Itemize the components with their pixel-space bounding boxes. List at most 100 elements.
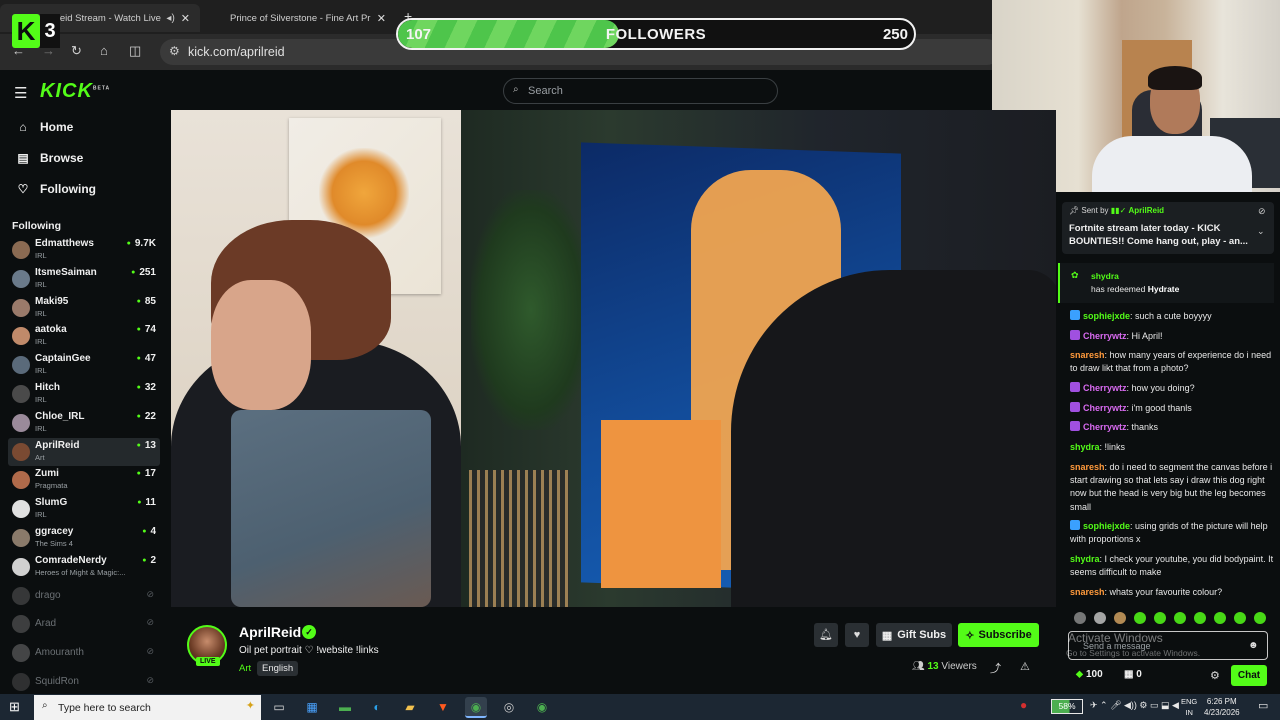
user-badge-icon <box>1070 382 1080 392</box>
gift-icon: ▦ <box>881 629 893 642</box>
obs-icon[interactable]: ◎ <box>498 697 520 718</box>
avatar <box>12 385 30 403</box>
split-view-icon[interactable]: ◫ <box>129 43 141 59</box>
chat-username[interactable]: Cherrywtz <box>1083 422 1127 432</box>
speaker-icon[interactable]: ◂) <box>166 13 174 24</box>
terminal-icon[interactable]: ▬ <box>334 697 356 718</box>
following-item[interactable]: Chloe_IRLIRL 22 <box>8 409 160 437</box>
chat-username[interactable]: shydra <box>1070 442 1100 452</box>
chrome-profile-icon[interactable]: ◉ <box>531 697 553 718</box>
chat-username[interactable]: Cherrywtz <box>1083 383 1127 393</box>
chat-username[interactable]: snaresh <box>1070 350 1105 360</box>
report-icon[interactable]: ⚠ <box>1020 660 1030 673</box>
following-name: SlumG <box>35 497 68 509</box>
battery-indicator[interactable]: 58% <box>1051 699 1083 714</box>
chat-username[interactable]: snaresh <box>1070 587 1105 597</box>
subscribe-button[interactable]: ✧ Subscribe <box>958 623 1039 647</box>
emote-icon[interactable] <box>1174 612 1186 624</box>
following-name: Chloe_IRL <box>35 410 85 422</box>
emote-icon[interactable] <box>1214 612 1226 624</box>
taskbar-search[interactable]: ⌕ Type here to search ✦ <box>34 695 261 720</box>
calculator-icon[interactable]: ▦ <box>301 697 323 718</box>
notification-icon[interactable]: ▭ <box>1258 699 1268 712</box>
video-player[interactable] <box>171 110 1056 607</box>
stream-category[interactable]: Art <box>239 663 251 674</box>
following-heading: Following <box>12 220 61 232</box>
share-icon[interactable]: ⤴ <box>990 660 1001 676</box>
emote-icon[interactable] <box>1194 612 1206 624</box>
emote-icon[interactable] <box>1114 612 1126 624</box>
chevron-down-icon[interactable]: ⌄ <box>1257 226 1265 237</box>
chat-send-button[interactable]: Chat <box>1231 665 1267 686</box>
search-input[interactable]: ⌕ Search <box>503 78 778 104</box>
streamer-name[interactable]: AprilReid <box>239 624 301 640</box>
following-item[interactable]: ZumiPragmata 17 <box>8 466 160 494</box>
edge-icon[interactable]: ◐ <box>366 697 388 718</box>
chat-username[interactable]: sophiejxde <box>1083 311 1130 321</box>
emote-quickbar <box>1074 612 1266 624</box>
emote-icon[interactable] <box>1074 612 1086 624</box>
following-item[interactable]: drago ⊘ <box>8 582 160 610</box>
emote-icon[interactable] <box>1094 612 1106 624</box>
following-item[interactable]: ComradeNerdyHeroes of Might & Magic:... 2 <box>8 553 160 581</box>
emote-icon[interactable] <box>1254 612 1266 624</box>
chat-username[interactable]: Cherrywtz <box>1083 403 1127 413</box>
chat-settings-icon[interactable]: ⚙ <box>1210 669 1220 682</box>
unpin-icon[interactable]: ⊘ <box>1258 206 1266 217</box>
emoji-icon[interactable]: ☻ <box>1248 640 1259 651</box>
chat-username[interactable]: sophiejxde <box>1083 521 1130 531</box>
chat-username[interactable]: Cherrywtz <box>1083 331 1127 341</box>
kick-logo[interactable]: KICKBETA <box>40 80 110 103</box>
task-view-icon[interactable]: ▭ <box>268 697 290 718</box>
following-viewers: 13 <box>137 440 156 451</box>
system-clock[interactable]: 6:26 PM 4/23/2026 <box>1204 697 1240 718</box>
site-info-icon[interactable]: ⚙ <box>169 44 180 58</box>
emote-icon[interactable] <box>1134 612 1146 624</box>
following-item[interactable]: Amouranth ⊘ <box>8 639 160 667</box>
menu-icon[interactable]: ☰ <box>14 84 27 102</box>
tab-prince-of-silverstone[interactable]: Prince of Silverstone - Fine Art Print |… <box>218 4 396 32</box>
following-category: IRL <box>35 337 47 347</box>
sidebar-item-following[interactable]: ♡ Following <box>14 182 96 196</box>
sidebar-item-home[interactable]: ⌂ Home <box>14 120 73 134</box>
following-item[interactable]: Arad ⊘ <box>8 610 160 638</box>
following-item[interactable]: AprilReidArt 13 <box>8 437 160 466</box>
close-tab-icon[interactable]: ✕ <box>181 12 190 25</box>
sidebar-item-browse[interactable]: ▤ Browse <box>14 151 83 165</box>
language-indicator[interactable]: ENG IN <box>1181 697 1197 718</box>
reload-icon[interactable]: ↻ <box>71 43 82 59</box>
file-explorer-icon[interactable]: ▰ <box>399 697 421 718</box>
stream-language-tag[interactable]: English <box>257 661 299 676</box>
chat-username[interactable]: snaresh <box>1070 462 1105 472</box>
following-item[interactable]: SquidRon ⊘ <box>8 668 160 696</box>
follow-heart-button[interactable]: ♥ <box>845 623 869 647</box>
redeem-user[interactable]: shydra <box>1091 271 1119 281</box>
following-viewers: 74 <box>137 324 156 335</box>
tray-icons[interactable]: ✈ ⌃ 🎤︎ ◀)) ⚙ ▭ ⬓ ◀ <box>1090 700 1179 711</box>
home-browser-icon[interactable]: ⌂ <box>100 43 108 58</box>
windows-start-icon[interactable]: ⊞ <box>9 699 20 715</box>
emote-icon[interactable] <box>1154 612 1166 624</box>
channel-points[interactable]: ⬥ 100 <box>1076 669 1103 680</box>
tray-app-icon[interactable]: ● <box>1020 698 1027 712</box>
gift-subs-button[interactable]: ▦ Gift Subs <box>876 623 952 647</box>
following-item[interactable]: ggracey The Sims 4 4 <box>8 524 160 552</box>
gift-counter[interactable]: ▦ 0 <box>1124 669 1142 680</box>
notification-bell-button[interactable]: 🔔︎ <box>814 623 838 647</box>
following-item[interactable]: aatokaIRL 74 <box>8 322 160 350</box>
heart-icon: ♡ <box>17 182 29 196</box>
brave-icon[interactable]: ▼ <box>432 697 454 718</box>
following-name: aatoka <box>35 324 67 336</box>
following-item[interactable]: Maki95IRL 85 <box>8 294 160 322</box>
following-item[interactable]: CaptainGeeIRL 47 <box>8 351 160 379</box>
emote-icon[interactable] <box>1234 612 1246 624</box>
close-tab-icon[interactable]: ✕ <box>377 12 386 25</box>
following-item[interactable]: ItsmeSaimanIRL 251 <box>8 265 160 293</box>
chat-username[interactable]: shydra <box>1070 554 1100 564</box>
following-item[interactable]: SlumGIRL 11 <box>8 495 160 523</box>
chrome-icon[interactable]: ◉ <box>465 697 487 718</box>
following-name: CaptainGee <box>35 353 91 365</box>
following-category: The Sims 4 <box>35 539 73 548</box>
following-item[interactable]: Hitch IRL 32 <box>8 380 160 408</box>
following-item[interactable]: Edmatthews IRL 9.7K <box>8 236 160 264</box>
